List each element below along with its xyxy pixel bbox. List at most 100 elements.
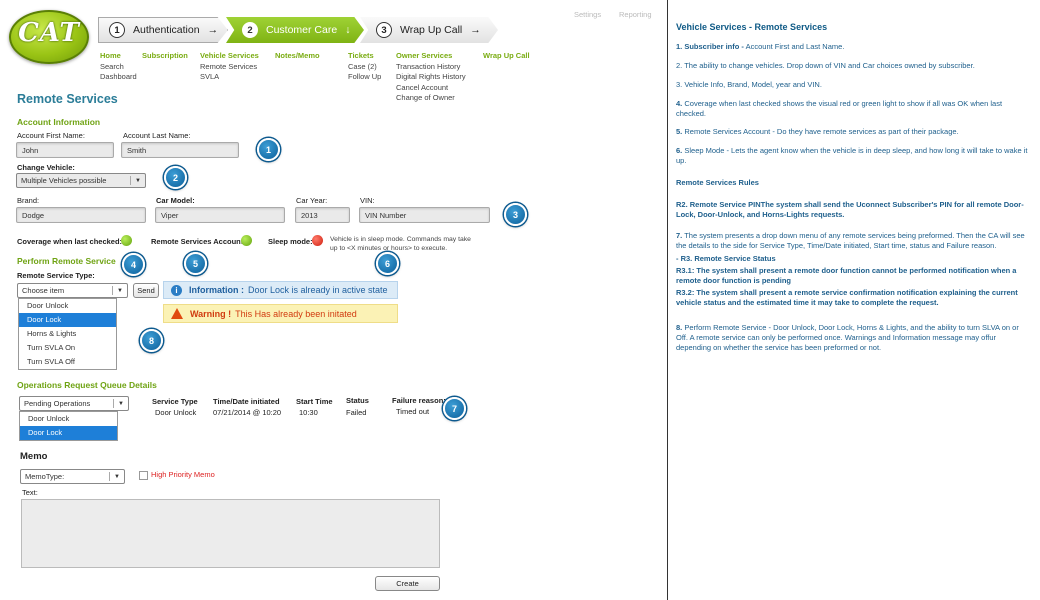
callout-badge-5: 5	[184, 252, 207, 275]
information-message: i Information : Door Lock is already in …	[163, 281, 398, 299]
chevron-down-icon: ▼	[112, 286, 123, 295]
nav-cancel-account[interactable]: Cancel Account	[396, 83, 466, 94]
note-5-bold: 5.	[676, 127, 683, 136]
info-title: Information :	[189, 285, 244, 295]
step-authentication[interactable]: 1 Authentication →	[98, 17, 228, 43]
nav-vehicle-services-title[interactable]: Vehicle Services	[200, 51, 259, 62]
memo-type-select[interactable]: MemoType: ▼	[20, 469, 125, 484]
step-number: 1	[109, 22, 125, 38]
nav-digital-rights-history[interactable]: Digital Rights History	[396, 72, 466, 83]
option-horns-lights[interactable]: Horns & Lights	[19, 327, 116, 341]
step-number: 3	[376, 22, 392, 38]
callout-badge-2: 2	[164, 166, 187, 189]
note-4-text: Coverage when last checked shows the vis…	[676, 99, 1003, 118]
cell-failure: Timed out	[396, 407, 430, 416]
service-type-select[interactable]: Choose item ▼	[17, 283, 128, 298]
queue-option-door-lock[interactable]: Door Lock	[20, 426, 117, 440]
note-7-bold: 7.	[676, 231, 683, 240]
memo-text-label: Text:	[22, 488, 38, 497]
car-model-label: Car Model:	[156, 196, 195, 205]
nav-owner-services: Owner Services Transaction History Digit…	[396, 51, 466, 104]
note-6: 6. Sleep Mode - Lets the agent know when…	[676, 146, 1028, 166]
last-name-field[interactable]: Smith	[121, 142, 239, 158]
queue-option-door-unlock[interactable]: Door Unlock	[20, 412, 117, 426]
car-year-field[interactable]: 2013	[295, 207, 350, 223]
brand-field[interactable]: Dodge	[16, 207, 146, 223]
coverage-status-light	[121, 235, 132, 246]
service-type-value: Choose item	[22, 286, 65, 295]
note-7-text: The system presents a drop down menu of …	[676, 231, 1025, 250]
nav-remote-services[interactable]: Remote Services	[200, 62, 259, 73]
callout-badge-1: 1	[257, 138, 280, 161]
nav-case[interactable]: Case (2)	[348, 62, 381, 73]
nav-svla[interactable]: SVLA	[200, 72, 259, 83]
nav-subscription-title[interactable]: Subscription	[142, 51, 188, 62]
step-wrap-up-call[interactable]: 3 Wrap Up Call →	[360, 17, 498, 43]
first-name-label: Account First Name:	[17, 131, 85, 140]
step-label: Authentication	[133, 24, 200, 36]
nav-notes-title[interactable]: Notes/Memo	[275, 51, 320, 62]
change-vehicle-value: Multiple Vehicles possible	[21, 176, 107, 185]
step-label: Wrap Up Call	[400, 24, 463, 36]
high-priority-checkbox[interactable]	[139, 471, 148, 480]
nav-follow-up[interactable]: Follow Up	[348, 72, 381, 83]
nav-tickets-title[interactable]: Tickets	[348, 51, 381, 62]
nav-home: Home Search Dashboard	[100, 51, 137, 83]
step-customer-care[interactable]: 2 Customer Care ↓	[226, 17, 364, 43]
change-vehicle-select[interactable]: Multiple Vehicles possible ▼	[16, 173, 146, 188]
change-vehicle-label: Change Vehicle:	[17, 163, 75, 172]
callout-badge-4: 4	[122, 253, 145, 276]
nav-owner-services-title[interactable]: Owner Services	[396, 51, 466, 62]
chevron-down-icon: ▼	[130, 176, 141, 185]
cell-start-time: 10:30	[299, 408, 318, 417]
nav-search[interactable]: Search	[100, 62, 137, 73]
nav-notes: Notes/Memo	[275, 51, 320, 62]
option-door-lock[interactable]: Door Lock	[19, 313, 116, 327]
queue-select[interactable]: Pending Operations ▼	[19, 396, 129, 411]
nav-vehicle-services: Vehicle Services Remote Services SVLA	[200, 51, 259, 83]
rules-heading: Remote Services Rules	[676, 178, 759, 187]
note-4: 4. Coverage when last checked shows the …	[676, 99, 1028, 119]
warning-title: Warning !	[190, 308, 232, 319]
note-8-bold: 8.	[676, 323, 683, 332]
col-service-type: Service Type	[152, 397, 198, 406]
nav-change-of-owner[interactable]: Change of Owner	[396, 93, 466, 104]
arrow-right-icon: →	[207, 24, 219, 36]
memo-textarea[interactable]	[21, 499, 440, 568]
nav-transaction-history[interactable]: Transaction History	[396, 62, 466, 73]
step-number: 2	[242, 22, 258, 38]
cell-time-date: 07/21/2014 @ 10:20	[213, 408, 282, 417]
panel-divider	[667, 0, 668, 600]
rule-r3-2: R3.2: The system shall present a remote …	[676, 288, 1018, 307]
sleep-mode-text: Vehicle is in sleep mode. Commands may t…	[330, 236, 471, 252]
vin-field[interactable]: VIN Number	[359, 207, 490, 223]
reporting-link[interactable]: Reporting	[619, 10, 652, 19]
car-model-field[interactable]: Viper	[155, 207, 285, 223]
callout-badge-7: 7	[443, 397, 466, 420]
settings-link[interactable]: Settings	[574, 10, 601, 19]
rule-r2: R2. Remote Service PINThe system shall s…	[676, 200, 1024, 219]
nav-wrap-up-title[interactable]: Wrap Up Call	[483, 51, 530, 62]
option-svla-off[interactable]: Turn SVLA Off	[19, 355, 116, 369]
note-6-text: Sleep Mode - Lets the agent know when th…	[676, 146, 1028, 165]
cell-status: Failed	[346, 408, 367, 417]
send-button[interactable]: Send	[133, 283, 159, 298]
chevron-down-icon: ▼	[113, 399, 124, 408]
queue-section-title: Operations Request Queue Details	[17, 380, 157, 390]
note-7: 7. The system presents a drop down menu …	[676, 231, 1028, 251]
vin-label: VIN:	[360, 196, 375, 205]
arrow-right-icon: →	[470, 24, 481, 36]
option-svla-on[interactable]: Turn SVLA On	[19, 341, 116, 355]
option-door-unlock[interactable]: Door Unlock	[19, 299, 116, 313]
cell-service-type: Door Unlock	[155, 408, 197, 417]
first-name-field[interactable]: John	[16, 142, 114, 158]
rule-r3-1: R3.1: The system shall present a remote …	[676, 266, 1017, 285]
create-button[interactable]: Create	[375, 576, 440, 591]
nav-dashboard[interactable]: Dashboard	[100, 72, 137, 83]
perform-section-title: Perform Remote Service	[17, 256, 116, 266]
info-icon: i	[171, 284, 182, 296]
nav-home-title[interactable]: Home	[100, 51, 137, 62]
note-6-bold: 6.	[676, 146, 683, 155]
last-name-label: Account Last Name:	[123, 131, 191, 140]
memo-type-value: MemoType:	[25, 472, 65, 481]
